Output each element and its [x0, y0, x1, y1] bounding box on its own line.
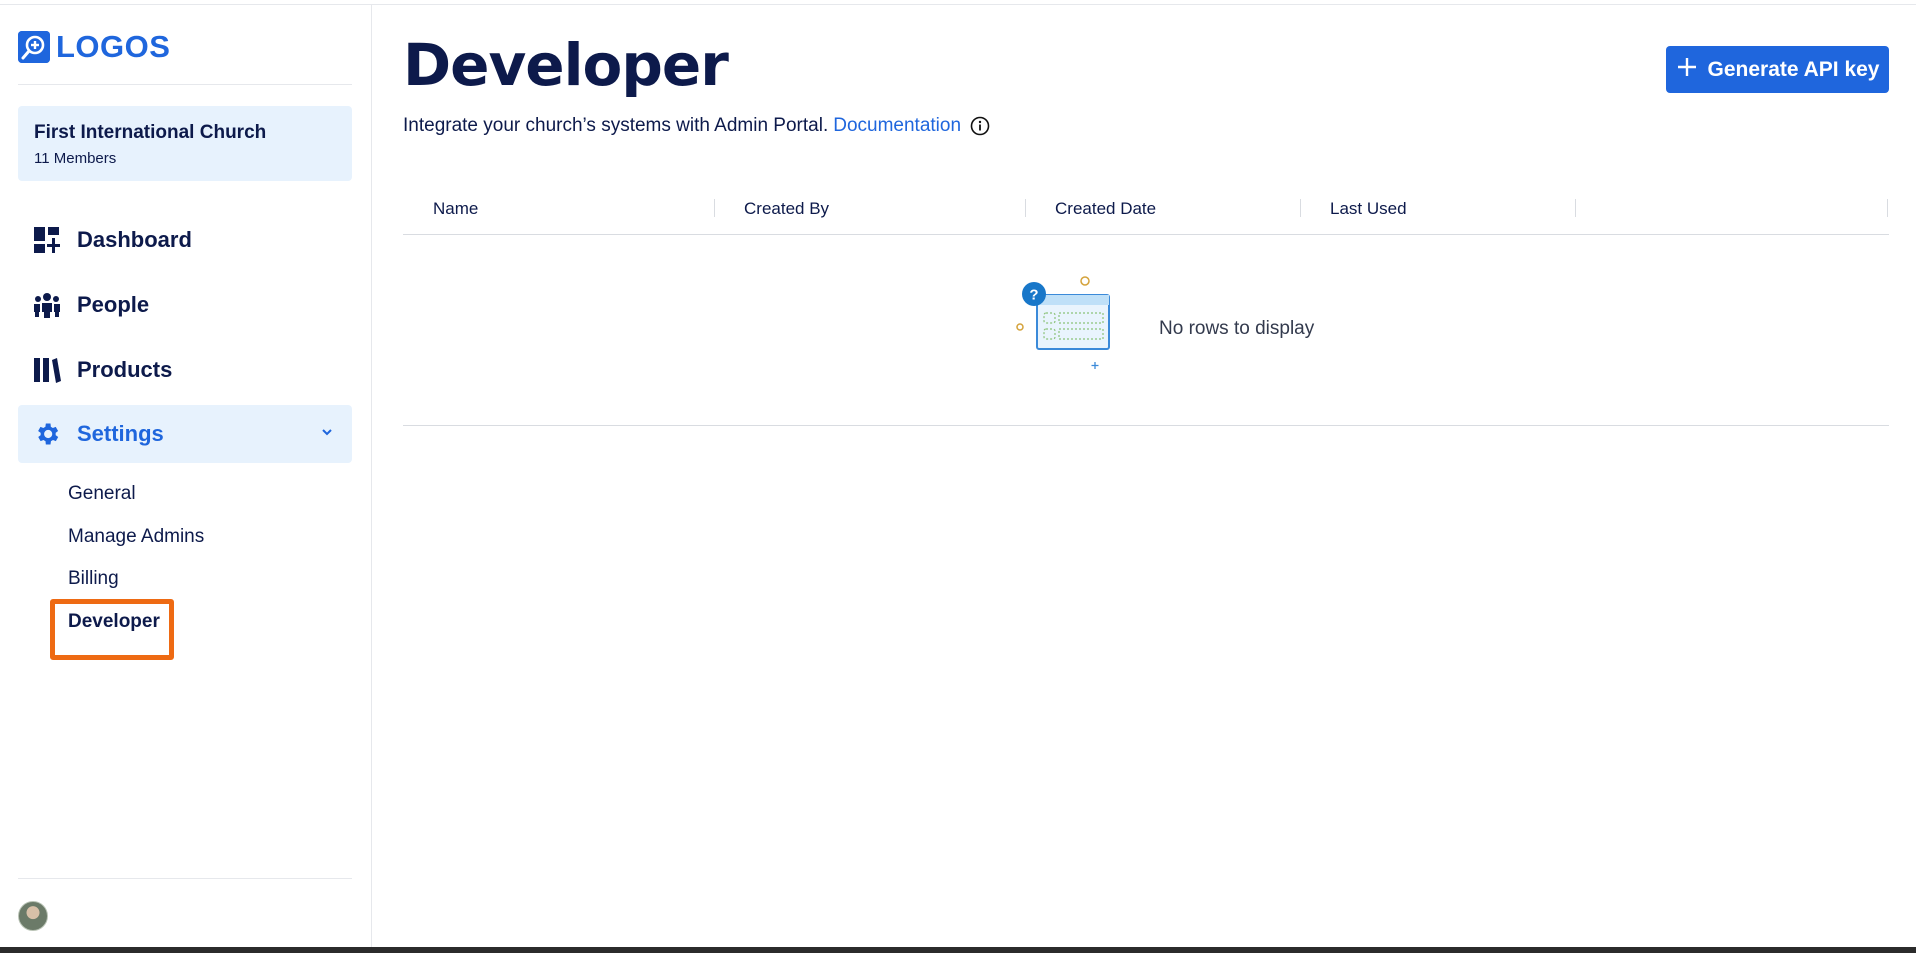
logo-text: LOGOS: [56, 29, 171, 64]
column-header-created-date[interactable]: Created Date: [1055, 199, 1156, 219]
sidebar: LOGOS First International Church 11 Memb…: [0, 5, 372, 947]
svg-text:?: ?: [1029, 287, 1038, 304]
column-header-last-used[interactable]: Last Used: [1330, 199, 1407, 219]
column-separator[interactable]: [1025, 199, 1026, 217]
settings-sub-manage-admins[interactable]: Manage Admins: [68, 526, 204, 548]
sidebar-item-label: Dashboard: [77, 227, 192, 252]
page-subtitle-text: Integrate your church’s systems with Adm…: [403, 115, 829, 136]
people-icon: [33, 291, 61, 319]
avatar[interactable]: [18, 901, 48, 931]
dashboard-icon: [33, 226, 61, 254]
api-keys-table: Name Created By Created Date Last Used ?…: [403, 183, 1889, 426]
org-name: First International Church: [34, 122, 267, 143]
sidebar-item-label: Settings: [77, 421, 164, 446]
main-content: Developer Integrate your church’s system…: [373, 5, 1916, 947]
column-separator[interactable]: [1575, 199, 1576, 217]
sidebar-item-dashboard[interactable]: Dashboard: [18, 211, 352, 269]
generate-api-key-label: Generate API key: [1707, 57, 1880, 81]
column-header-created-by[interactable]: Created By: [744, 199, 829, 219]
empty-table-illustration-icon: ?: [1015, 275, 1111, 371]
sidebar-item-settings[interactable]: Settings: [18, 405, 352, 463]
org-card[interactable]: First International Church 11 Members: [18, 106, 352, 181]
bottom-border: [0, 947, 1916, 953]
page-title: Developer: [403, 31, 729, 99]
info-icon[interactable]: [970, 116, 990, 136]
gear-icon: [33, 420, 61, 448]
logo[interactable]: LOGOS: [18, 29, 170, 65]
empty-state-text: No rows to display: [1159, 318, 1315, 339]
sidebar-item-people[interactable]: People: [18, 276, 352, 334]
chevron-down-icon[interactable]: [320, 425, 334, 444]
column-header-name[interactable]: Name: [433, 199, 478, 219]
page-subtitle: Integrate your church’s systems with Adm…: [403, 115, 990, 137]
settings-sub-general[interactable]: General: [68, 483, 136, 505]
sidebar-divider: [18, 878, 352, 879]
org-member-count: 11 Members: [34, 150, 117, 167]
column-separator[interactable]: [714, 199, 715, 217]
highlight-annotation: [50, 599, 174, 660]
documentation-link[interactable]: Documentation: [833, 115, 961, 137]
books-icon: [33, 356, 61, 384]
generate-api-key-button[interactable]: Generate API key: [1666, 46, 1889, 93]
sidebar-item-products[interactable]: Products: [18, 341, 352, 399]
logos-logo-icon: [18, 31, 50, 63]
settings-sub-billing[interactable]: Billing: [68, 568, 119, 590]
column-separator[interactable]: [1887, 199, 1888, 217]
column-separator[interactable]: [1300, 199, 1301, 217]
sidebar-item-label: People: [77, 292, 150, 317]
table-header: Name Created By Created Date Last Used: [403, 183, 1889, 235]
table-empty-state: ? No rows to display: [403, 235, 1889, 426]
sidebar-divider: [18, 84, 352, 85]
sidebar-item-label: Products: [77, 357, 173, 382]
plus-icon: [1676, 56, 1698, 84]
